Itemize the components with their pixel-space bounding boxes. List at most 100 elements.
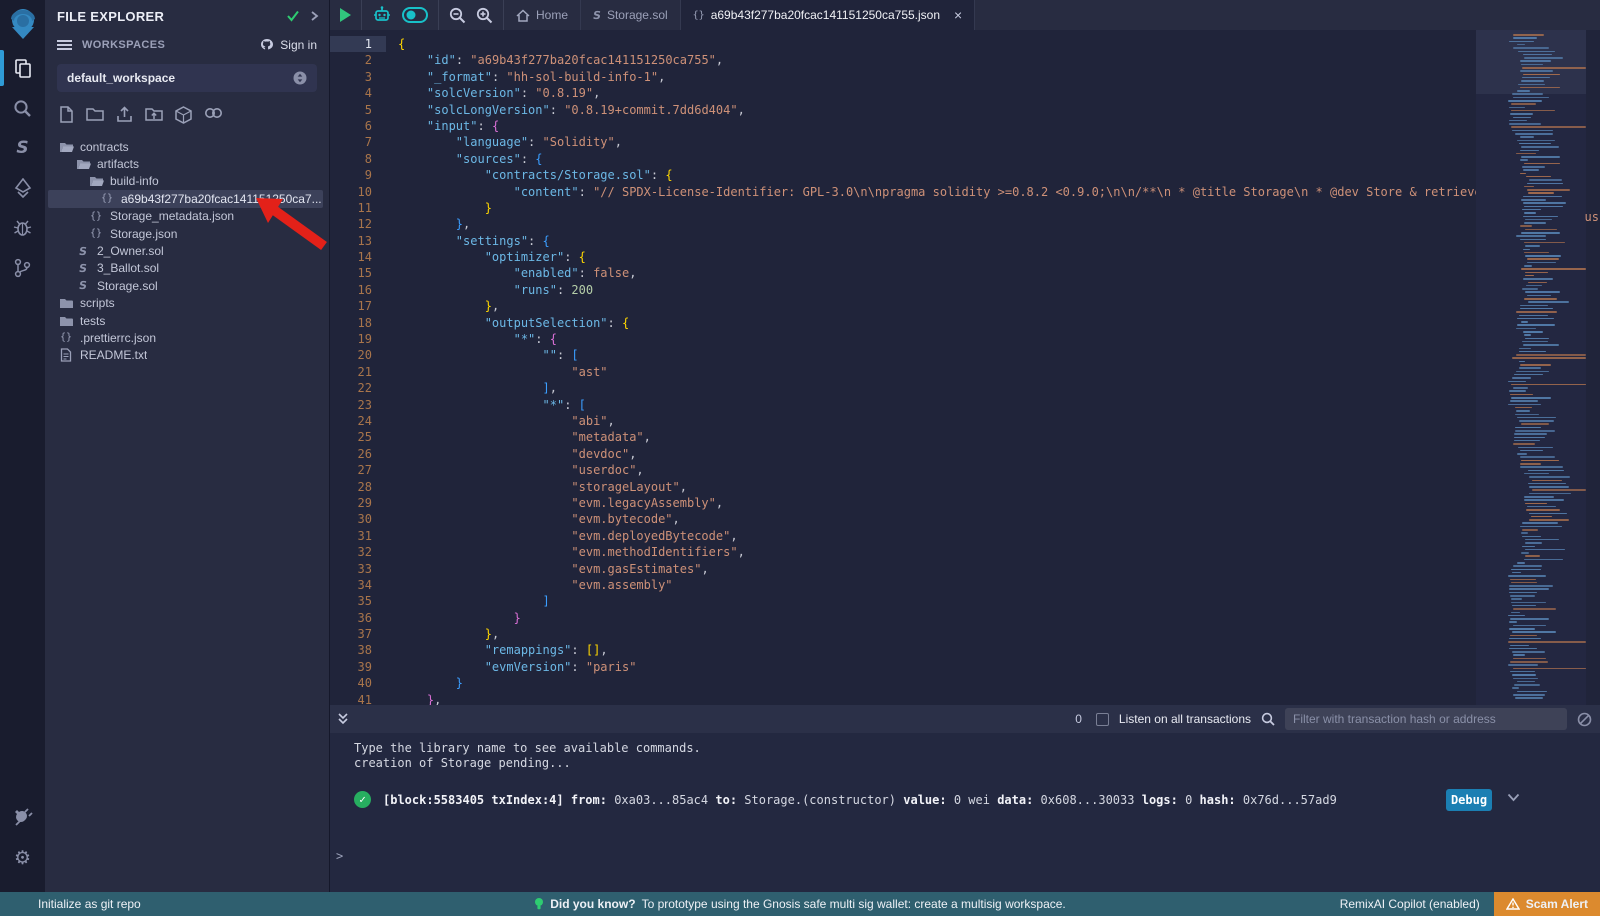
tab-a69b43f277ba20fcac141151250ca755-json[interactable]: {}a69b43f277ba20fcac141151250ca755.json×: [681, 0, 976, 30]
code-line-33[interactable]: 33 "evm.gasEstimates",: [330, 561, 1600, 577]
code-line-22[interactable]: 22 ],: [330, 380, 1600, 396]
zoom-in-icon[interactable]: [476, 7, 493, 24]
copilot-status[interactable]: RemixAI Copilot (enabled): [1340, 897, 1494, 911]
transaction-filter-input[interactable]: [1285, 708, 1567, 730]
code-line-35[interactable]: 35 ]: [330, 593, 1600, 609]
activity-item-deploy-run-icon[interactable]: [0, 168, 45, 208]
code-line-18[interactable]: 18 "outputSelection": {: [330, 315, 1600, 331]
debug-button[interactable]: Debug: [1446, 789, 1492, 811]
tree-item-2-owner-sol[interactable]: S2_Owner.sol: [45, 242, 329, 259]
tree-item-scripts[interactable]: scripts: [45, 295, 329, 312]
activity-item-debugger-icon[interactable]: [0, 208, 45, 248]
code-line-9[interactable]: 9 "contracts/Storage.sol": {: [330, 167, 1600, 183]
listen-all-transactions-checkbox[interactable]: [1096, 713, 1109, 726]
activity-item-remix-logo[interactable]: [0, 0, 45, 48]
tree-item-tests[interactable]: tests: [45, 312, 329, 329]
upload-file-icon[interactable]: [116, 106, 133, 124]
code-line-12[interactable]: 12 },: [330, 216, 1600, 232]
new-file-icon[interactable]: [59, 106, 74, 124]
sign-in-button[interactable]: Sign in: [259, 38, 317, 52]
code-line-40[interactable]: 40 }: [330, 675, 1600, 691]
check-icon[interactable]: [286, 10, 300, 22]
activity-item-git-icon[interactable]: [0, 248, 45, 288]
transaction-log-row[interactable]: ✓ [block:5583405 txIndex:4] from: 0xa03.…: [354, 791, 1440, 808]
code-line-1[interactable]: 1{: [330, 36, 1600, 52]
code-line-29[interactable]: 29 "evm.legacyAssembly",: [330, 495, 1600, 511]
code-line-4[interactable]: 4 "solcVersion": "0.8.19",: [330, 85, 1600, 101]
line-content: "language": "Solidity",: [386, 134, 622, 150]
tree-item-storage-sol[interactable]: SStorage.sol: [45, 277, 329, 294]
code-line-26[interactable]: 26 "devdoc",: [330, 446, 1600, 462]
tree-item-build-info[interactable]: build-info: [45, 173, 329, 190]
code-line-3[interactable]: 3 "_format": "hh-sol-build-info-1",: [330, 69, 1600, 85]
code-line-20[interactable]: 20 "": [: [330, 347, 1600, 363]
tab-home[interactable]: Home: [504, 0, 581, 30]
terminal-search-icon[interactable]: [1261, 712, 1275, 726]
code-line-25[interactable]: 25 "metadata",: [330, 429, 1600, 445]
collapse-panel-chevron-icon[interactable]: [310, 10, 319, 22]
upload-folder-icon[interactable]: [145, 106, 163, 124]
new-folder-icon[interactable]: [86, 106, 104, 124]
tree-item-artifacts[interactable]: artifacts: [45, 155, 329, 172]
code-line-30[interactable]: 30 "evm.bytecode",: [330, 511, 1600, 527]
transaction-expand-chevron-icon[interactable]: [1507, 793, 1520, 802]
code-line-6[interactable]: 6 "input": {: [330, 118, 1600, 134]
code-line-34[interactable]: 34 "evm.assembly": [330, 577, 1600, 593]
run-icon[interactable]: [340, 8, 351, 22]
code-line-31[interactable]: 31 "evm.deployedBytecode",: [330, 528, 1600, 544]
code-line-15[interactable]: 15 "enabled": false,: [330, 265, 1600, 281]
link-icon[interactable]: [204, 106, 223, 124]
clear-filter-ban-icon[interactable]: [1577, 712, 1592, 727]
code-line-24[interactable]: 24 "abi",: [330, 413, 1600, 429]
tree-item-contracts[interactable]: contracts: [45, 138, 329, 155]
code-line-32[interactable]: 32 "evm.methodIdentifiers",: [330, 544, 1600, 560]
code-editor[interactable]: 1{2 "id": "a69b43f277ba20fcac141151250ca…: [330, 30, 1600, 705]
code-line-37[interactable]: 37 },: [330, 626, 1600, 642]
code-line-23[interactable]: 23 "*": [: [330, 397, 1600, 413]
code-line-28[interactable]: 28 "storageLayout",: [330, 479, 1600, 495]
tree-item-3-ballot-sol[interactable]: S3_Ballot.sol: [45, 260, 329, 277]
code-line-17[interactable]: 17 },: [330, 298, 1600, 314]
tree-item-storage-json[interactable]: {}Storage.json: [45, 225, 329, 242]
activity-item-solidity-compiler-icon[interactable]: S: [0, 128, 45, 168]
ai-robot-icon[interactable]: [372, 5, 392, 25]
tree-item--prettierrc-json[interactable]: {}.prettierrc.json: [45, 329, 329, 346]
tree-item-a69b43f277ba20fcac141151250ca7-[interactable]: {}a69b43f277ba20fcac141151250ca7...: [48, 190, 323, 207]
code-line-2[interactable]: 2 "id": "a69b43f277ba20fcac141151250ca75…: [330, 52, 1600, 68]
minimap-line: [1524, 222, 1546, 224]
tab-storage-sol[interactable]: SStorage.sol: [581, 0, 681, 30]
code-line-14[interactable]: 14 "optimizer": {: [330, 249, 1600, 265]
code-line-41[interactable]: 41 },: [330, 692, 1600, 705]
terminal-collapse-icon[interactable]: [337, 712, 349, 726]
activity-item-search-icon[interactable]: [0, 88, 45, 128]
activity-item-file-explorer-icon[interactable]: [0, 48, 45, 88]
code-line-21[interactable]: 21 "ast": [330, 364, 1600, 380]
code-line-10[interactable]: 10 "content": "// SPDX-License-Identifie…: [330, 184, 1600, 200]
code-line-8[interactable]: 8 "sources": {: [330, 151, 1600, 167]
zoom-out-icon[interactable]: [449, 7, 466, 24]
activity-item-settings-icon[interactable]: ⚙: [0, 838, 45, 878]
code-line-7[interactable]: 7 "language": "Solidity",: [330, 134, 1600, 150]
close-tab-icon[interactable]: ×: [954, 8, 962, 22]
scam-alert-button[interactable]: Scam Alert: [1494, 892, 1600, 916]
code-line-11[interactable]: 11 }: [330, 200, 1600, 216]
ipfs-cube-icon[interactable]: [175, 106, 192, 124]
code-line-36[interactable]: 36 }: [330, 610, 1600, 626]
git-init-status[interactable]: Initialize as git repo: [0, 897, 141, 911]
tree-item-readme-txt[interactable]: README.txt: [45, 347, 329, 364]
code-line-13[interactable]: 13 "settings": {: [330, 233, 1600, 249]
workspace-select[interactable]: default_workspace: [57, 64, 317, 92]
hamburger-menu-icon[interactable]: [57, 39, 72, 51]
code-line-5[interactable]: 5 "solcLongVersion": "0.8.19+commit.7dd6…: [330, 102, 1600, 118]
code-line-16[interactable]: 16 "runs": 200: [330, 282, 1600, 298]
tree-item-storage-metadata-json[interactable]: {}Storage_metadata.json: [45, 208, 329, 225]
code-line-19[interactable]: 19 "*": {: [330, 331, 1600, 347]
code-line-39[interactable]: 39 "evmVersion": "paris": [330, 659, 1600, 675]
editor-toggle[interactable]: [402, 7, 428, 23]
minimap[interactable]: [1476, 30, 1586, 705]
terminal[interactable]: Type the library name to see available c…: [330, 733, 1600, 892]
code-line-27[interactable]: 27 "userdoc",: [330, 462, 1600, 478]
activity-item-plugin-manager-icon[interactable]: [0, 798, 45, 838]
terminal-prompt[interactable]: >: [336, 849, 343, 863]
code-line-38[interactable]: 38 "remappings": [],: [330, 642, 1600, 658]
